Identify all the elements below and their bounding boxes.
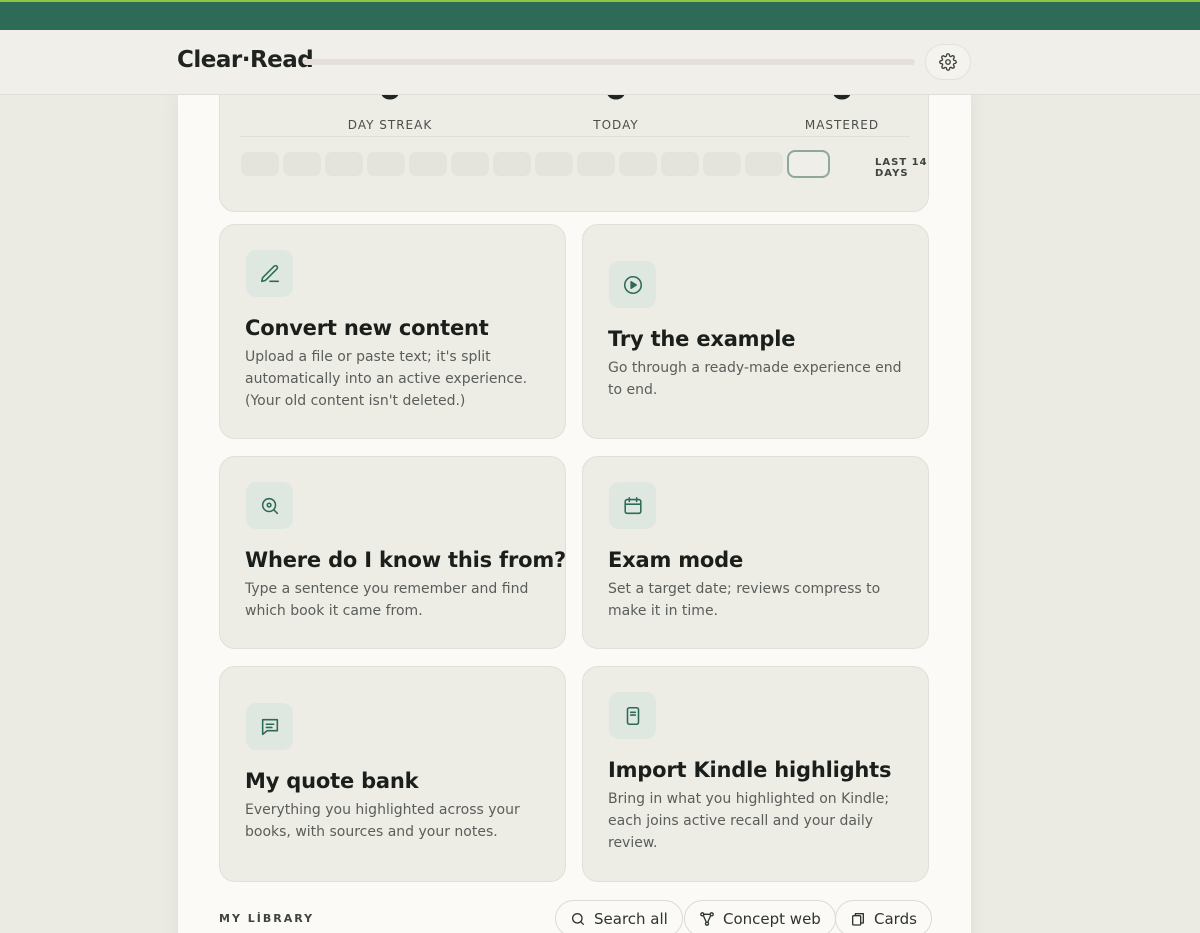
cards-icon bbox=[850, 911, 866, 927]
app-header: Clear·Read bbox=[0, 30, 1200, 95]
reading-progress-bar bbox=[303, 59, 915, 65]
activity-day bbox=[535, 152, 573, 176]
activity-day bbox=[661, 152, 699, 176]
search-icon bbox=[246, 482, 293, 529]
activity-day bbox=[745, 152, 783, 176]
main-panel: 0 DAY STREAK 0 TODAY 0 MASTERED bbox=[178, 75, 971, 933]
brand-logo[interactable]: Clear·Read bbox=[177, 47, 314, 73]
activity-day bbox=[493, 152, 531, 176]
cards-button[interactable]: Cards bbox=[835, 900, 932, 933]
divider bbox=[240, 136, 910, 137]
try-example-card[interactable]: Try the example Go through a ready-made … bbox=[582, 224, 929, 439]
stats-card: 0 DAY STREAK 0 TODAY 0 MASTERED bbox=[219, 75, 929, 212]
stat-label: TODAY bbox=[593, 118, 639, 132]
activity-day-today bbox=[787, 150, 830, 178]
card-title: Import Kindle highlights bbox=[608, 758, 892, 782]
card-title: Convert new content bbox=[245, 316, 489, 340]
gear-icon bbox=[939, 53, 957, 71]
top-accent-bar bbox=[0, 0, 1200, 30]
card-description: Bring in what you highlighted on Kindle;… bbox=[608, 791, 890, 851]
settings-button[interactable] bbox=[925, 44, 971, 80]
activity-day bbox=[703, 152, 741, 176]
activity-day bbox=[451, 152, 489, 176]
card-description: Type a sentence you remember and find wh… bbox=[245, 581, 529, 619]
calendar-icon bbox=[609, 482, 656, 529]
library-section-label: MY LİBRARY bbox=[219, 912, 315, 925]
card-title: My quote bank bbox=[245, 769, 419, 793]
activity-day bbox=[367, 152, 405, 176]
activity-day bbox=[241, 152, 279, 176]
stat-label: MASTERED bbox=[804, 118, 880, 132]
stat-label: DAY STREAK bbox=[347, 118, 433, 132]
book-icon bbox=[609, 692, 656, 739]
activity-day bbox=[283, 152, 321, 176]
activity-day bbox=[409, 152, 447, 176]
button-label: Search all bbox=[594, 909, 668, 928]
card-title: Try the example bbox=[608, 327, 796, 351]
convert-content-card[interactable]: Convert new content Upload a file or pas… bbox=[219, 224, 566, 439]
activity-day bbox=[325, 152, 363, 176]
card-description: Go through a ready-made experience end t… bbox=[608, 360, 902, 398]
concept-web-button[interactable]: Concept web bbox=[684, 900, 836, 933]
card-title: Exam mode bbox=[608, 548, 744, 572]
button-label: Concept web bbox=[723, 909, 821, 928]
activity-day bbox=[577, 152, 615, 176]
card-description: Upload a file or paste text; it's split … bbox=[245, 349, 528, 409]
card-description: Everything you highlighted across your b… bbox=[245, 802, 520, 840]
pencil-icon bbox=[246, 250, 293, 297]
activity-day bbox=[619, 152, 657, 176]
where-from-card[interactable]: Where do I know this from? Type a senten… bbox=[219, 456, 566, 649]
activity-label: LAST 14 DAYS bbox=[875, 157, 928, 179]
quote-bank-card[interactable]: My quote bank Everything you highlighted… bbox=[219, 666, 566, 882]
share-nodes-icon bbox=[699, 911, 715, 927]
message-icon bbox=[246, 703, 293, 750]
card-description: Set a target date; reviews compress to m… bbox=[608, 581, 881, 619]
search-icon bbox=[570, 911, 586, 927]
play-icon bbox=[609, 261, 656, 308]
search-all-button[interactable]: Search all bbox=[555, 900, 683, 933]
activity-heatmap bbox=[241, 150, 830, 178]
exam-mode-card[interactable]: Exam mode Set a target date; reviews com… bbox=[582, 456, 929, 649]
import-kindle-card[interactable]: Import Kindle highlights Bring in what y… bbox=[582, 666, 929, 882]
button-label: Cards bbox=[874, 909, 917, 928]
card-title: Where do I know this from? bbox=[245, 548, 566, 572]
